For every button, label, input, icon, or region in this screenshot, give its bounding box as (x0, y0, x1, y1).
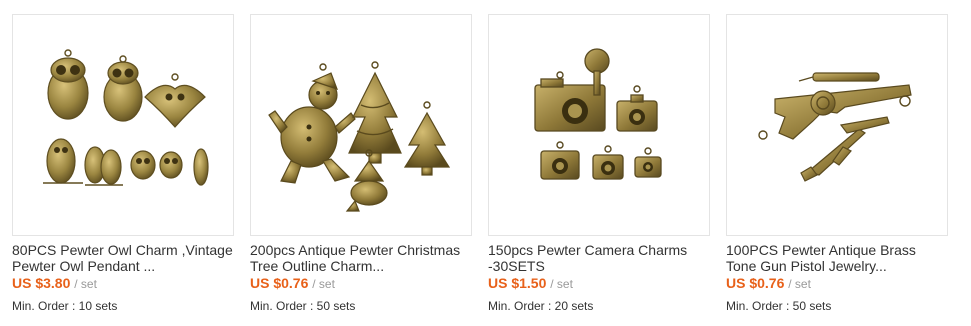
product-title-line2: Pewter Owl Pendant ... (12, 258, 156, 274)
product-price: US $0.76 (726, 275, 785, 291)
product-title-link[interactable]: 80PCS Pewter Owl Charm ,Vintage Pewter O… (12, 242, 234, 274)
product-title-link[interactable]: 100PCS Pewter Antique Brass Tone Gun Pis… (726, 242, 948, 274)
price-unit: / set (74, 277, 97, 291)
min-order: Min. Order : 20 sets (488, 299, 594, 313)
product-grid: 80PCS Pewter Owl Charm ,Vintage Pewter O… (12, 14, 948, 313)
product-card: 100PCS Pewter Antique Brass Tone Gun Pis… (726, 14, 948, 313)
product-title-line2: Tree Outline Charm... (250, 258, 385, 274)
price-unit: / set (550, 277, 573, 291)
min-order: Min. Order : 10 sets (12, 299, 118, 313)
product-title-link[interactable]: 150pcs Pewter Camera Charms -30SETS (488, 242, 710, 274)
camera-charms-image (534, 48, 662, 180)
price-unit: / set (312, 277, 335, 291)
product-image-owls[interactable] (12, 14, 234, 236)
christmas-charms-image (268, 61, 451, 212)
product-title-line2: -30SETS (488, 258, 545, 274)
product-title-line1: 100PCS Pewter Antique Brass (726, 242, 916, 258)
price-unit: / set (788, 277, 811, 291)
price-row: US $3.80 / set (12, 275, 234, 292)
price-row: US $1.50 / set (488, 275, 710, 292)
gun-charms-image (758, 72, 912, 182)
price-row: US $0.76 / set (250, 275, 472, 292)
price-row: US $0.76 / set (726, 275, 948, 292)
product-card: 80PCS Pewter Owl Charm ,Vintage Pewter O… (12, 14, 234, 313)
product-title-line2: Tone Gun Pistol Jewelry... (726, 258, 887, 274)
product-price: US $0.76 (250, 275, 309, 291)
product-price: US $3.80 (12, 275, 71, 291)
product-title-line1: 150pcs Pewter Camera Charms (488, 242, 688, 258)
product-card: 150pcs Pewter Camera Charms -30SETS US $… (488, 14, 710, 313)
product-image-guns[interactable] (726, 14, 948, 236)
product-price: US $1.50 (488, 275, 547, 291)
min-order: Min. Order : 50 sets (726, 299, 832, 313)
product-title-line1: 80PCS Pewter Owl Charm ,Vintage (12, 242, 233, 258)
product-card: 200pcs Antique Pewter Christmas Tree Out… (250, 14, 472, 313)
product-image-cameras[interactable] (488, 14, 710, 236)
min-order: Min. Order : 50 sets (250, 299, 356, 313)
owl-charms-image (43, 49, 209, 186)
product-title-link[interactable]: 200pcs Antique Pewter Christmas Tree Out… (250, 242, 472, 274)
product-title-line1: 200pcs Antique Pewter Christmas (250, 242, 461, 258)
product-image-christmas[interactable] (250, 14, 472, 236)
